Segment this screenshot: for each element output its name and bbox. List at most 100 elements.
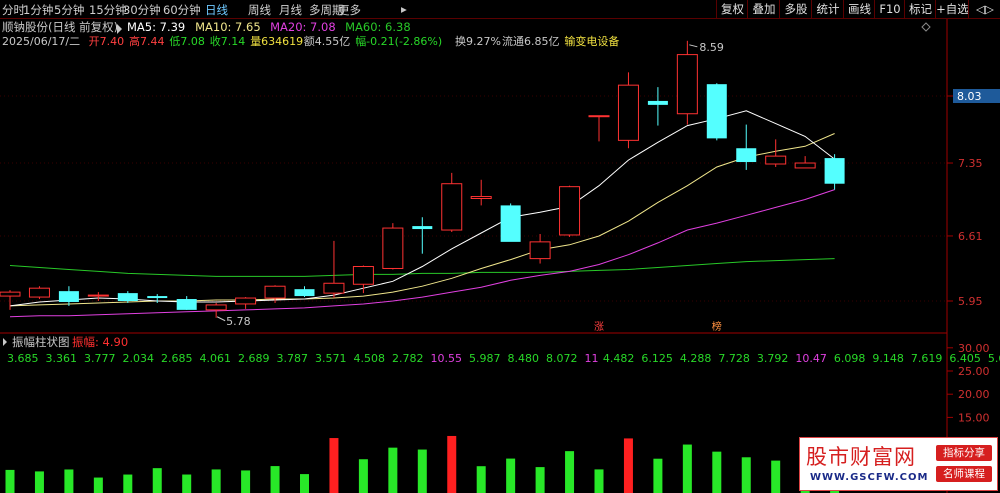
amplitude-bar-19	[565, 451, 575, 493]
candle-body-25	[736, 148, 757, 163]
period-tab-2[interactable]: 5分钟	[54, 2, 84, 18]
watermark-tag-course: 名师课程	[936, 466, 992, 482]
amplitude-bar-7	[211, 469, 221, 493]
candle-body-5	[147, 296, 168, 299]
toolbar-button-0[interactable]: 复权	[716, 0, 748, 18]
amplitude-value-4: 2.685	[161, 352, 193, 365]
candle-body-18	[529, 241, 551, 260]
watermark-site-name: 股市财富网	[806, 445, 916, 469]
indicator-param: 振幅: 4.90	[72, 335, 128, 349]
amplitude-bar-4	[123, 474, 133, 493]
amplitude-bar-14	[417, 449, 427, 493]
site-watermark-logo: 股市财富网 WWW.GSCFW.COM 指标分享 名师课程	[799, 437, 998, 491]
toolbar-button-5[interactable]: F10	[874, 0, 905, 18]
watermark-url: WWW.GSCFW.COM	[810, 472, 929, 483]
amplitude-bar-0	[5, 469, 15, 493]
ma60-line	[9, 258, 835, 277]
candle-body-22	[647, 100, 668, 105]
period-tab-10[interactable]: 更多	[338, 2, 361, 18]
amplitude-bar-13	[388, 447, 398, 493]
more-arrow-icon[interactable]: ▸	[401, 2, 407, 16]
info-segment-9: 流通6.85亿	[502, 34, 560, 48]
period-tab-0[interactable]: 分时	[2, 2, 25, 18]
amplitude-bar-6	[182, 474, 192, 493]
candle-body-17	[500, 205, 521, 242]
amplitude-bar-24	[712, 451, 722, 493]
diamond-icon	[921, 22, 931, 32]
toolbar-button-2[interactable]: 多股	[779, 0, 812, 18]
candle-body-16	[470, 196, 492, 199]
amplitude-value-18: 4.288	[680, 352, 712, 365]
amp-tick-label-2: 20.00	[958, 388, 990, 401]
amplitude-bar-12	[358, 459, 368, 493]
amplitude-bar-15	[447, 435, 457, 493]
amplitude-value-21: 10.47	[795, 352, 827, 365]
period-tab-1[interactable]: 1分钟	[23, 2, 53, 18]
info-segment-2: 高7.44	[129, 34, 165, 48]
marker-bang: 榜	[712, 320, 722, 333]
amplitude-value-11: 10.55	[431, 352, 463, 365]
amplitude-value-15: 11	[585, 352, 599, 365]
candle-body-27	[794, 162, 816, 169]
period-tab-5[interactable]: 60分钟	[163, 2, 201, 18]
amplitude-value-3: 2.034	[123, 352, 155, 365]
indicator-title: 振幅柱状图	[12, 335, 70, 349]
period-tab-6[interactable]: 日线	[205, 2, 228, 18]
stock-name-title: 顺钠股份(日线 前复权)	[2, 20, 118, 34]
amplitude-bar-26	[771, 460, 781, 493]
period-tab-4[interactable]: 30分钟	[123, 2, 161, 18]
amplitude-bar-8	[241, 470, 251, 493]
amplitude-bar-23	[682, 444, 692, 493]
amplitude-value-26: 5.691	[988, 352, 1000, 365]
amplitude-bar-18	[535, 467, 545, 493]
ma5-line	[9, 110, 835, 307]
watermark-tag-indicator: 指标分享	[936, 445, 992, 461]
candle-body-21	[617, 84, 639, 141]
price-tick-label-2: 6.61	[958, 230, 983, 243]
period-tab-8[interactable]: 月线	[279, 2, 302, 18]
candle-body-0	[0, 291, 21, 297]
amplitude-bar-9	[270, 466, 280, 493]
nav-arrows-icon[interactable]: ◁▷	[968, 0, 1000, 18]
period-tab-3[interactable]: 15分钟	[89, 2, 127, 18]
amplitude-value-6: 2.689	[238, 352, 270, 365]
amplitude-bar-5	[152, 468, 162, 493]
amplitude-value-2: 3.777	[84, 352, 116, 365]
amplitude-value-20: 3.792	[757, 352, 789, 365]
kline-chart[interactable]: 8.03 7.35 6.61 5.95 8.59 5.78 涨 榜 顺钠股份(日线 前复权) MA…	[0, 0, 1000, 493]
toolbar-button-6[interactable]: 标记	[904, 0, 936, 18]
amplitude-value-13: 8.480	[508, 352, 540, 365]
amplitude-value-9: 4.508	[354, 352, 386, 365]
low-pointer	[216, 316, 226, 322]
toolbar-button-7[interactable]: +自选	[935, 0, 969, 18]
indicator-toggle-icon	[3, 338, 7, 346]
toolbar-button-3[interactable]: 统计	[811, 0, 844, 18]
candle-body-15	[441, 183, 463, 231]
toolbar-button-1[interactable]: 叠加	[747, 0, 780, 18]
amplitude-value-19: 7.728	[718, 352, 750, 365]
candle-body-6	[176, 299, 197, 310]
info-segment-0: 2025/06/17/二	[2, 35, 80, 48]
candle-body-7	[205, 304, 227, 311]
amplitude-bar-20	[594, 469, 604, 493]
info-segment-4: 收7.14	[210, 34, 246, 48]
amplitude-bar-17	[506, 458, 516, 493]
candle-body-13	[382, 227, 404, 269]
amplitude-bar-22	[653, 458, 663, 493]
ma-label-2: MA20: 7.08	[270, 20, 336, 34]
ma-toggle-icon	[117, 24, 122, 34]
amplitude-bar-25	[741, 457, 751, 493]
candle-body-26	[765, 155, 787, 165]
amplitude-value-10: 2.782	[392, 352, 424, 365]
candle-body-19	[559, 186, 581, 236]
info-segment-5: 量634619	[250, 35, 303, 48]
amplitude-value-7: 3.787	[277, 352, 309, 365]
amplitude-value-12: 5.987	[469, 352, 501, 365]
high-pointer	[689, 44, 698, 48]
amplitude-value-23: 9.148	[872, 352, 904, 365]
info-segment-3: 低7.08	[169, 35, 205, 48]
candle-body-11	[323, 282, 345, 294]
toolbar-button-4[interactable]: 画线	[843, 0, 875, 18]
period-tab-7[interactable]: 周线	[248, 2, 271, 18]
amplitude-value-14: 8.072	[546, 352, 578, 365]
